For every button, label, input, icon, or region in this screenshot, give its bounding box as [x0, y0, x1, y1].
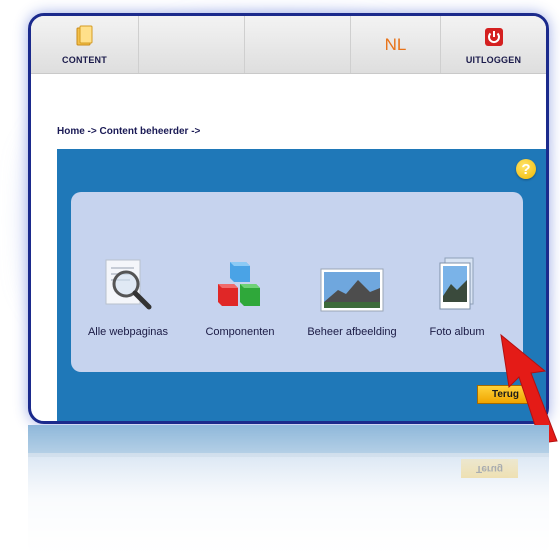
app-window: CONTENT NL UITLOGGEN Home -> Content beh…: [28, 13, 549, 424]
module-label: Foto album: [429, 326, 485, 338]
language-label: NL: [384, 34, 407, 54]
toolbar-content-button[interactable]: CONTENT: [31, 16, 139, 73]
toolbar: CONTENT NL UITLOGGEN: [31, 16, 546, 74]
toolbar-empty-slot: [245, 16, 351, 73]
cubes-icon: [214, 252, 266, 312]
landscape-image-icon: [320, 252, 384, 312]
module-grid: Alle webpaginas Componenten Beheer afbee…: [71, 192, 523, 372]
photo-album-icon: [437, 252, 477, 312]
content-manager-panel: ? Alle webpaginas Componenten Beheer afb…: [57, 149, 546, 421]
help-icon[interactable]: ?: [516, 159, 536, 179]
back-button-reflection: Terug: [461, 459, 518, 478]
magnifier-document-icon: [100, 252, 156, 312]
toolbar-empty-slot: [139, 16, 245, 73]
module-components[interactable]: Componenten: [185, 252, 295, 338]
module-photo-album[interactable]: Foto album: [402, 252, 512, 338]
content-folder-icon: [75, 25, 95, 52]
logout-label: UITLOGGEN: [465, 55, 522, 65]
logout-button[interactable]: UITLOGGEN: [441, 16, 546, 73]
breadcrumb: Home -> Content beheerder ->: [57, 126, 201, 137]
module-manage-images[interactable]: Beheer afbeelding: [297, 252, 407, 338]
window-reflection: Terug: [28, 425, 549, 558]
toolbar-content-label: CONTENT: [62, 55, 107, 65]
reflection-gradient: [28, 425, 549, 558]
module-label: Componenten: [205, 326, 275, 338]
module-all-webpages[interactable]: Alle webpaginas: [73, 252, 183, 338]
module-label: Alle webpaginas: [87, 326, 169, 338]
power-icon: [484, 27, 504, 52]
language-selector[interactable]: NL: [351, 16, 441, 73]
module-label: Beheer afbeelding: [307, 326, 397, 338]
